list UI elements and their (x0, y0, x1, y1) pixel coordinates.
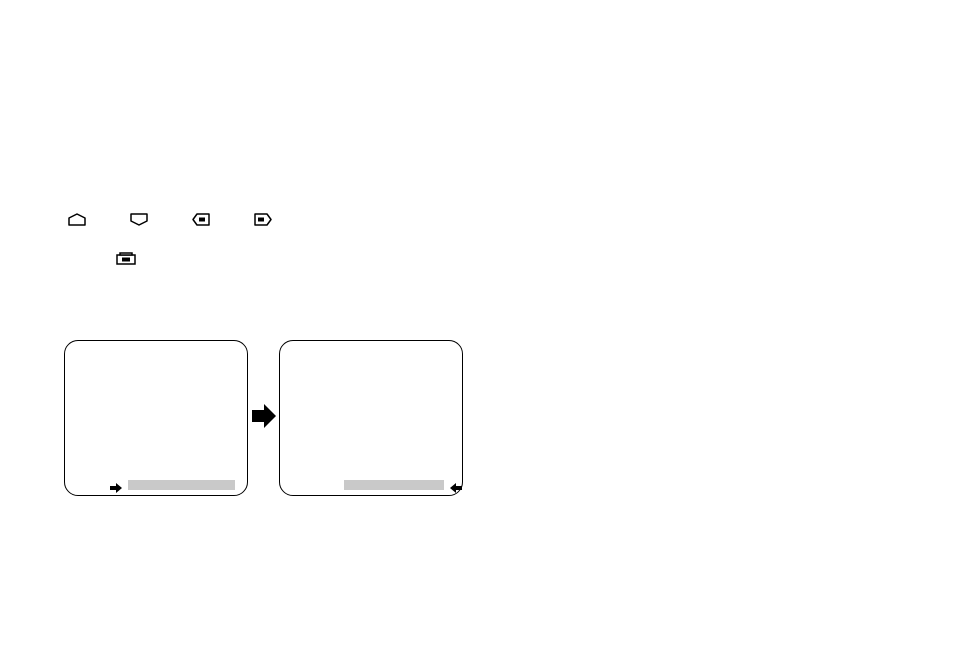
progress-bar-left (128, 480, 235, 490)
transition-arrow-icon (248, 400, 280, 437)
envelope-down-icon (130, 213, 148, 226)
progress-bar-right (344, 480, 444, 490)
panel-right (279, 340, 463, 496)
envelope-center-icon (116, 252, 136, 265)
small-arrow-right-icon (109, 480, 123, 498)
icon-row-2 (116, 252, 136, 265)
envelope-right-icon (254, 213, 272, 226)
envelope-left-icon (192, 213, 210, 226)
small-arrow-left-icon (449, 480, 463, 498)
envelope-up-icon (68, 213, 86, 226)
panel-left (64, 340, 248, 496)
icon-row (68, 213, 272, 226)
